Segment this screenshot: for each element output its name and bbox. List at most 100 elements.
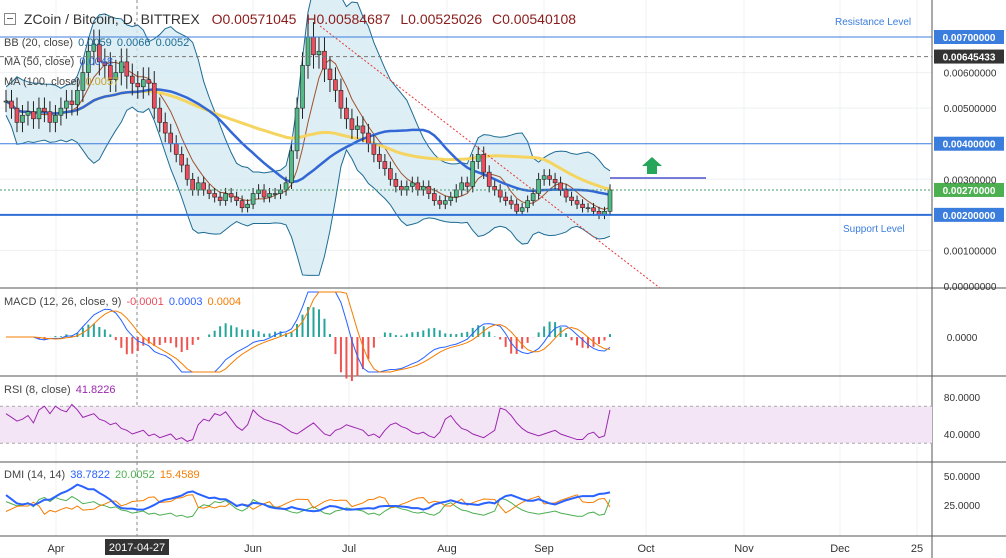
resistance-label: Resistance Level [835,17,912,28]
candle-body-102 [563,189,569,198]
candle-body-93 [514,203,519,212]
candle-body-71 [393,178,399,187]
candle-body-25 [140,79,146,88]
candle-body-100 [552,178,558,184]
price-axis: 0.00600000 0.00500000 0.00300000 0.00100000… [944,69,997,512]
candle-body-83 [459,182,465,191]
pane-tick-0: 0.0000 [947,333,978,344]
candle-body-13 [75,90,80,105]
time-tick-5: Sep [534,543,554,555]
candle-body-45 [250,193,256,205]
candle-body-0 [3,100,9,103]
candle-body-58 [322,50,327,70]
candle-body-44 [245,203,250,209]
candle-body-39 [217,196,223,201]
close-value: 0.00540108 [502,11,577,27]
high-value: 0.00584687 [316,11,391,27]
candle-body-21 [119,61,124,73]
level-label-support: 0.00200000 [943,211,996,222]
candle-body-81 [448,196,454,201]
candle-body-110 [607,189,613,212]
candle-body-56 [311,36,316,56]
time-tick-4: Aug [437,543,457,555]
legend-macd[interactable]: MACD (12, 26, close, 9) -0.0001 0.0003 0… [4,296,243,308]
candle-body-64 [355,125,360,130]
candle-body-35 [195,182,201,191]
open-value: 0.00571045 [222,11,297,27]
pane-tick-1: 80.0000 [944,393,981,404]
candle-body-79 [437,200,443,205]
price-tick-1: 0.00500000 [944,104,997,115]
candle-body-12 [69,100,75,105]
candle-body-92 [508,200,514,205]
candle-body-103 [569,196,574,201]
sub-panes [0,291,932,518]
candle-body-101 [558,182,563,191]
legend-ma100[interactable]: MA (100, close) 0.0057 [4,76,121,88]
candle-body-88 [486,171,492,187]
legend-ma50[interactable]: MA (50, close) 0.0048 [4,56,115,68]
candle-body-90 [497,189,503,198]
symbol-header[interactable]: ZCoin / Bitcoin, D, BITTREX O0.00571045 … [4,11,576,27]
candle-body-24 [135,82,141,88]
candle-body-69 [382,161,388,169]
candle-body-95 [525,200,530,209]
candle-body-33 [184,164,190,180]
pane-tick-2: 40.0000 [944,430,981,441]
legend-bb[interactable]: BB (20, close) 0.0059 0.0066 0.0052 [4,37,191,49]
candle-body-78 [431,193,437,201]
candle-body-63 [349,118,355,130]
candle-body-22 [124,61,130,77]
time-tick-9: 25 [911,543,923,555]
candle-body-47 [261,189,267,198]
legend-rsi[interactable]: RSI (8, close) 41.8226 [4,384,117,396]
candle-body-42 [234,196,239,201]
candle-body-49 [272,193,278,195]
time-tick-2: Jun [244,543,262,555]
level-label-resistance: 0.00700000 [943,33,996,44]
candle-body-28 [157,107,163,123]
candle-body-38 [212,193,217,198]
candle-body-41 [228,193,234,198]
candle-body-60 [333,79,338,91]
price-tick-0: 0.00600000 [944,69,997,80]
candle-body-62 [344,107,349,120]
candle-body-59 [327,68,333,80]
candle-body-105 [580,203,585,209]
candle-body-72 [399,186,404,191]
candle-body-84 [464,182,470,187]
candle-body-75 [415,182,421,191]
candle-body-7 [42,107,47,113]
legend-dmi[interactable]: DMI (14, 14) 38.7822 20.0052 15.4589 [4,469,202,481]
low-value: 0.00525026 [408,11,483,27]
candle-body-86 [475,154,481,162]
candle-body-37 [206,189,212,194]
symbol-title: ZCoin / Bitcoin, D, BITTREX [23,11,200,27]
candle-body-65 [360,125,366,134]
candle-body-55 [305,36,311,66]
candle-body-74 [410,182,415,187]
candle-body-6 [36,107,42,120]
pane-tick-4: 25.0000 [944,501,981,512]
candle-body-31 [173,143,179,155]
price-tick-3: 0.00100000 [944,246,997,257]
candle-body-107 [591,207,596,212]
time-tick-7: Nov [734,543,754,555]
candle-body-26 [146,79,152,84]
price-tick-2: 0.00300000 [944,175,997,186]
candle-body-34 [190,178,195,191]
candle-body-68 [377,154,382,162]
candle-body-61 [338,90,344,109]
candle-body-23 [129,75,135,84]
time-tick-1: 2017-04-27 [109,542,165,554]
candle-body-106 [585,207,591,210]
candle-body-46 [256,189,261,194]
collapse-icon[interactable] [4,13,16,25]
level-label-mid: 0.00400000 [943,140,996,151]
candle-body-91 [503,196,508,201]
candle-body-11 [64,100,69,109]
support-label: Support Level [843,224,905,235]
candle-body-29 [162,122,168,134]
candle-body-8 [47,111,53,123]
candle-body-5 [31,111,36,120]
